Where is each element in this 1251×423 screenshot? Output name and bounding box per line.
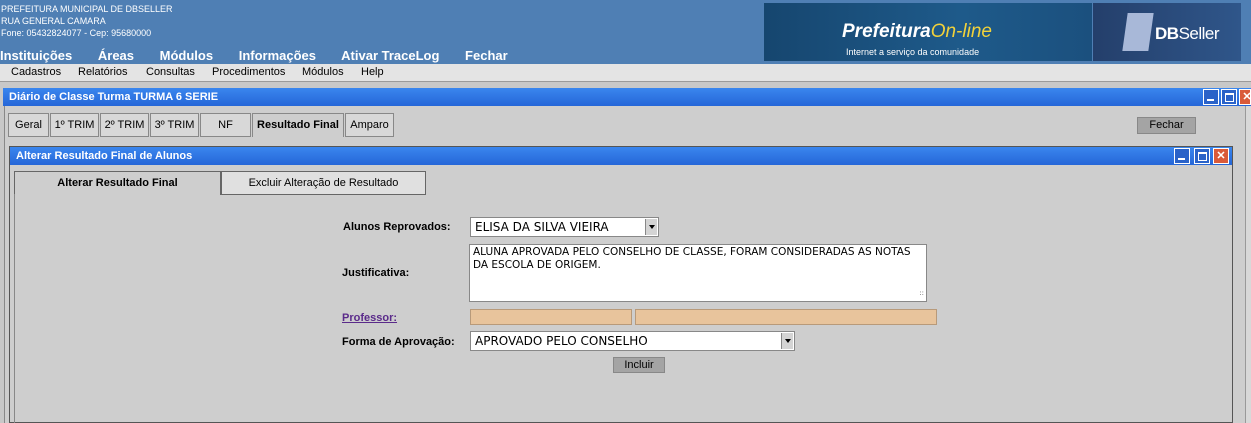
window-titlebar: Diário de Classe Turma TURMA 6 SERIE ✕	[3, 88, 1251, 106]
forma-aprovacao-label: Forma de Aprovação:	[342, 336, 455, 348]
tab-3-trim[interactable]: 3º TRIM	[150, 113, 199, 137]
menu-bar: Cadastros Relatórios Consultas Procedime…	[0, 64, 1251, 82]
dbseller-rest: Seller	[1178, 24, 1220, 43]
justificativa-value: ALUNA APROVADA PELO CONSELHO DE CLASSE, …	[473, 246, 911, 271]
org-address: RUA GENERAL CAMARA	[1, 16, 106, 26]
dbseller-logo-icon	[1122, 13, 1154, 51]
org-name: PREFEITURA MUNICIPAL DE DBSELLER	[1, 4, 173, 14]
window-title: Diário de Classe Turma TURMA 6 SERIE	[9, 91, 219, 103]
menu-procedimentos[interactable]: Procedimentos	[212, 66, 285, 78]
tab-resultado-final[interactable]: Resultado Final	[252, 113, 344, 137]
nav-ativar-tracelog[interactable]: Ativar TraceLog	[341, 48, 439, 63]
subwindow-title: Alterar Resultado Final de Alunos	[16, 150, 193, 162]
sub-close-icon[interactable]: ✕	[1213, 148, 1229, 164]
close-icon[interactable]: ✕	[1239, 89, 1251, 105]
dbseller-logo: DBSeller	[1093, 3, 1241, 61]
nav-instituicoes[interactable]: Instituições	[0, 48, 72, 63]
sub-maximize-icon[interactable]	[1194, 148, 1210, 164]
brand-title: Prefeitura	[842, 21, 931, 42]
tab-nf[interactable]: NF	[200, 113, 251, 137]
brand-subtitle: Internet a serviço da comunidade	[846, 47, 980, 57]
justificativa-label: Justificativa:	[342, 267, 410, 279]
org-info: PREFEITURA MUNICIPAL DE DBSELLER RUA GEN…	[1, 3, 173, 39]
brand-title-accent: On-line	[930, 21, 992, 42]
menu-help[interactable]: Help	[361, 66, 384, 78]
tab-2-trim[interactable]: 2º TRIM	[100, 113, 149, 137]
incluir-button[interactable]: Incluir	[613, 357, 665, 373]
professor-code-field[interactable]	[470, 309, 632, 325]
resize-handle-icon[interactable]: ::	[919, 287, 924, 300]
nav-informacoes[interactable]: Informações	[239, 48, 316, 63]
nav-fechar[interactable]: Fechar	[465, 48, 508, 63]
alunos-reprovados-select[interactable]: ELISA DA SILVA VIEIRA	[470, 217, 659, 237]
menu-relatorios[interactable]: Relatórios	[78, 66, 128, 78]
nav-areas[interactable]: Áreas	[98, 48, 134, 63]
tab-excluir-alteracao[interactable]: Excluir Alteração de Resultado	[221, 171, 426, 195]
menu-modulos[interactable]: Módulos	[302, 66, 344, 78]
forma-aprovacao-value: APROVADO PELO CONSELHO	[475, 334, 648, 348]
forma-aprovacao-select[interactable]: APROVADO PELO CONSELHO	[470, 331, 795, 351]
menu-consultas[interactable]: Consultas	[146, 66, 195, 78]
app-header: PREFEITURA MUNICIPAL DE DBSELLER RUA GEN…	[0, 0, 1251, 64]
menu-cadastros[interactable]: Cadastros	[11, 66, 61, 78]
tab-geral[interactable]: Geral	[8, 113, 49, 137]
alunos-reprovados-label: Alunos Reprovados:	[343, 221, 451, 233]
tab-alterar-resultado-final[interactable]: Alterar Resultado Final	[14, 171, 221, 195]
professor-link[interactable]: Professor:	[342, 312, 397, 324]
fechar-button[interactable]: Fechar	[1137, 117, 1196, 134]
chevron-down-icon[interactable]	[781, 333, 793, 349]
sub-minimize-icon[interactable]	[1174, 148, 1190, 164]
subwindow-titlebar: Alterar Resultado Final de Alunos ✕	[10, 147, 1232, 165]
professor-name-field[interactable]	[635, 309, 937, 325]
justificativa-textarea[interactable]: ALUNA APROVADA PELO CONSELHO DE CLASSE, …	[469, 244, 927, 302]
minimize-icon[interactable]	[1203, 89, 1219, 105]
dbseller-bold: DB	[1155, 24, 1179, 43]
maximize-icon[interactable]	[1221, 89, 1237, 105]
chevron-down-icon[interactable]	[645, 219, 657, 235]
org-contact: Fone: 05432824077 - Cep: 95680000	[1, 28, 152, 38]
tab-amparo[interactable]: Amparo	[345, 113, 394, 137]
nav-modulos[interactable]: Módulos	[160, 48, 213, 63]
prefeitura-online-logo: PrefeituraOn-line Internet a serviço da …	[764, 3, 1092, 61]
tab-1-trim[interactable]: 1º TRIM	[50, 113, 99, 137]
alunos-reprovados-value: ELISA DA SILVA VIEIRA	[475, 220, 609, 234]
vertical-scrollbar[interactable]	[1245, 106, 1251, 423]
top-nav: Instituições Áreas Módulos Informações A…	[0, 48, 530, 63]
